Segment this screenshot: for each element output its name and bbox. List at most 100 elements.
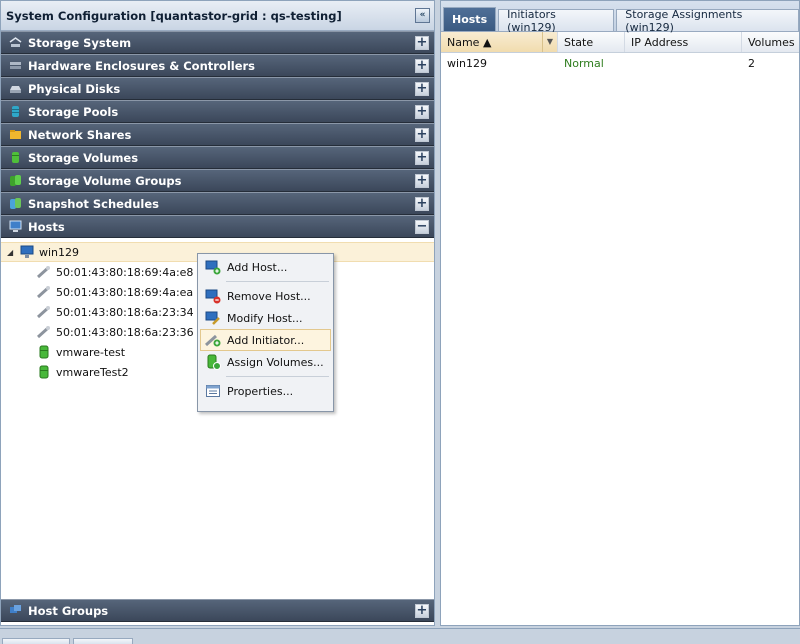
- menu-label: Properties...: [227, 384, 294, 398]
- menu-item-add-initiator[interactable]: Add Initiator...: [200, 329, 331, 351]
- expand-icon[interactable]: +: [415, 36, 429, 50]
- section-label: Physical Disks: [28, 81, 121, 96]
- add-initiator-icon: [204, 332, 221, 348]
- storage-system-icon: [9, 36, 22, 49]
- tab-storage-assignments[interactable]: Storage Assignments (win129): [616, 8, 799, 34]
- expand-icon[interactable]: +: [415, 151, 429, 165]
- menu-separator: [226, 281, 329, 282]
- section-label: Hardware Enclosures & Controllers: [28, 58, 256, 73]
- initiator-label: 50:01:43:80:18:6a:23:34: [56, 305, 194, 319]
- remove-host-icon: [205, 288, 221, 304]
- section-network-shares[interactable]: Network Shares +: [1, 123, 434, 146]
- initiator-icon: [36, 305, 51, 319]
- pool-icon: [9, 105, 22, 118]
- section-label: Storage System: [28, 35, 132, 50]
- details-panel: Hosts Initiators (win129) Storage Assign…: [440, 0, 800, 626]
- column-name[interactable]: Name ▲ ▼: [441, 32, 558, 52]
- initiator-icon: [36, 265, 51, 279]
- volume-label: vmwareTest2: [56, 365, 129, 379]
- bottom-tab[interactable]: [2, 638, 70, 644]
- tree-host-label: win129: [39, 245, 80, 259]
- host-group-icon: [9, 604, 22, 617]
- host-context-menu: Add Host... Remove Host... Modify Host..…: [197, 253, 334, 412]
- menu-item-assign-volumes[interactable]: Assign Volumes...: [200, 351, 331, 373]
- tree-expander-icon[interactable]: ◢: [7, 248, 17, 257]
- share-icon: [9, 128, 22, 141]
- column-label: Name ▲: [447, 35, 492, 49]
- volume-icon: [37, 345, 51, 359]
- section-label: Storage Volumes: [28, 150, 139, 165]
- panel-title: System Configuration [quantastor-grid : …: [6, 8, 342, 23]
- column-menu-icon[interactable]: ▼: [542, 32, 557, 52]
- expand-icon[interactable]: +: [415, 82, 429, 96]
- menu-item-add-host[interactable]: Add Host...: [200, 256, 331, 278]
- volume-group-icon: [9, 174, 22, 187]
- section-hardware-enclosures[interactable]: Hardware Enclosures & Controllers +: [1, 54, 434, 77]
- section-hosts[interactable]: Hosts −: [1, 215, 434, 238]
- grid-header: Name ▲ ▼ State IP Address Volumes: [441, 32, 799, 53]
- menu-label: Add Initiator...: [227, 333, 305, 347]
- add-host-icon: [205, 259, 221, 275]
- volume-label: vmware-test: [56, 345, 126, 359]
- section-storage-pools[interactable]: Storage Pools +: [1, 100, 434, 123]
- column-volumes[interactable]: Volumes: [742, 32, 799, 52]
- column-label: State: [564, 35, 594, 49]
- bottom-tab-strip: [0, 628, 800, 644]
- volume-icon: [37, 365, 51, 379]
- collapse-icon[interactable]: −: [415, 220, 429, 234]
- menu-label: Modify Host...: [227, 311, 303, 325]
- column-ip-address[interactable]: IP Address: [625, 32, 742, 52]
- expand-icon[interactable]: +: [415, 105, 429, 119]
- cell-volumes: 2: [748, 57, 755, 70]
- modify-host-icon: [205, 310, 221, 326]
- section-label: Storage Pools: [28, 104, 119, 119]
- volume-icon: [9, 151, 22, 164]
- disk-icon: [9, 82, 22, 95]
- column-label: IP Address: [631, 35, 689, 49]
- menu-label: Add Host...: [227, 260, 288, 274]
- expand-icon[interactable]: +: [415, 59, 429, 73]
- assign-volumes-icon: [205, 354, 221, 370]
- section-label: Storage Volume Groups: [28, 173, 182, 188]
- expand-icon[interactable]: +: [415, 197, 429, 211]
- menu-item-remove-host[interactable]: Remove Host...: [200, 285, 331, 307]
- host-icon: [20, 245, 34, 259]
- host-icon: [9, 220, 22, 233]
- tab-hosts[interactable]: Hosts: [443, 7, 497, 31]
- tab-initiators[interactable]: Initiators (win129): [498, 8, 615, 34]
- expand-icon[interactable]: +: [415, 128, 429, 142]
- menu-label: Assign Volumes...: [227, 355, 324, 369]
- section-storage-volume-groups[interactable]: Storage Volume Groups +: [1, 169, 434, 192]
- section-label: Snapshot Schedules: [28, 196, 159, 211]
- cell-state: Normal: [564, 57, 604, 70]
- column-label: Volumes: [748, 35, 795, 49]
- details-tabs: Hosts Initiators (win129) Storage Assign…: [441, 1, 799, 34]
- section-host-groups[interactable]: Host Groups +: [1, 599, 434, 622]
- table-row[interactable]: win129 Normal 2: [441, 53, 799, 74]
- section-storage-volumes[interactable]: Storage Volumes +: [1, 146, 434, 169]
- panel-title-bar: System Configuration [quantastor-grid : …: [1, 1, 434, 31]
- menu-item-modify-host[interactable]: Modify Host...: [200, 307, 331, 329]
- column-state[interactable]: State: [558, 32, 625, 52]
- cell-ip-address: [625, 53, 742, 74]
- initiator-icon: [36, 285, 51, 299]
- collapse-panel-button[interactable]: «: [415, 8, 430, 23]
- schedule-icon: [9, 197, 22, 210]
- initiator-label: 50:01:43:80:18:6a:23:36: [56, 325, 194, 339]
- section-physical-disks[interactable]: Physical Disks +: [1, 77, 434, 100]
- menu-separator: [226, 376, 329, 377]
- cell-name: win129: [447, 57, 488, 70]
- section-storage-system[interactable]: Storage System +: [1, 31, 434, 54]
- menu-label: Remove Host...: [227, 289, 311, 303]
- menu-item-properties[interactable]: Properties...: [200, 380, 331, 402]
- expand-icon[interactable]: +: [415, 604, 429, 618]
- section-snapshot-schedules[interactable]: Snapshot Schedules +: [1, 192, 434, 215]
- expand-icon[interactable]: +: [415, 174, 429, 188]
- section-label: Network Shares: [28, 127, 132, 142]
- section-label: Host Groups: [28, 603, 109, 618]
- section-label: Hosts: [28, 219, 65, 234]
- bottom-tab[interactable]: [73, 638, 133, 644]
- initiator-label: 50:01:43:80:18:69:4a:ea: [56, 285, 194, 299]
- properties-icon: [205, 383, 221, 399]
- initiator-icon: [36, 325, 51, 339]
